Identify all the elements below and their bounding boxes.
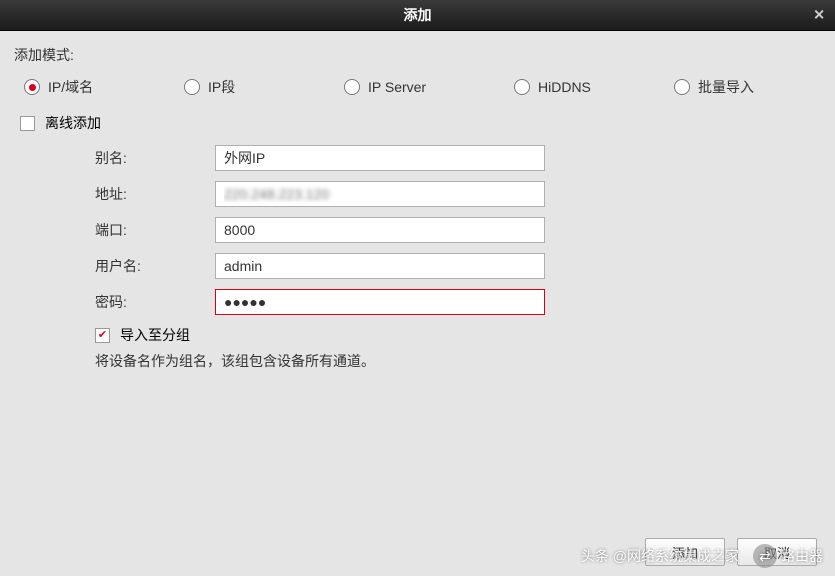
import-to-group-label: 导入至分组 [120,325,190,345]
button-bar: 添加 取消 [645,538,817,566]
offline-add-row[interactable]: 离线添加 [20,113,821,133]
radio-hiddns[interactable]: HiDDNS [514,79,664,95]
dialog-content: 添加模式: IP/域名 IP段 IP Server HiDDNS 批量导入 [0,31,835,576]
alias-input[interactable] [215,145,545,171]
checkbox-icon [20,116,35,131]
radio-icon [674,79,690,95]
radio-icon [184,79,200,95]
radio-icon [344,79,360,95]
import-to-group-row[interactable]: 导入至分组 [20,325,821,345]
add-mode-radio-group: IP/域名 IP段 IP Server HiDDNS 批量导入 [14,77,821,97]
radio-label: IP/域名 [48,77,93,97]
close-icon[interactable]: ✕ [813,7,825,24]
address-input[interactable] [215,181,545,207]
port-input[interactable] [215,217,545,243]
add-button[interactable]: 添加 [645,538,725,566]
radio-ip-domain[interactable]: IP/域名 [24,77,174,97]
radio-batch-import[interactable]: 批量导入 [674,77,804,97]
add-device-dialog: 添加 ✕ 添加模式: IP/域名 IP段 IP Server HiDDNS [0,0,835,576]
offline-add-label: 离线添加 [45,113,101,133]
group-hint-text: 将设备名作为组名，该组包含设备所有通道。 [20,351,821,371]
radio-icon [514,79,530,95]
alias-label: 别名: [20,148,215,168]
username-input[interactable] [215,253,545,279]
cancel-button[interactable]: 取消 [737,538,817,566]
alias-row: 别名: [20,145,821,171]
radio-label: IP Server [368,79,426,95]
username-row: 用户名: [20,253,821,279]
port-label: 端口: [20,220,215,240]
password-label: 密码: [20,292,215,312]
radio-label: 批量导入 [698,77,754,97]
add-mode-label: 添加模式: [14,45,821,65]
radio-ip-server[interactable]: IP Server [344,79,504,95]
password-row: 密码: [20,289,821,315]
radio-icon [24,79,40,95]
address-row: 地址: [20,181,821,207]
password-input[interactable] [215,289,545,315]
radio-label: IP段 [208,77,235,97]
radio-ip-range[interactable]: IP段 [184,77,334,97]
checkbox-icon [95,328,110,343]
username-label: 用户名: [20,256,215,276]
address-label: 地址: [20,184,215,204]
radio-label: HiDDNS [538,79,591,95]
window-title: 添加 [404,5,432,25]
form-area: 离线添加 别名: 地址: 端口: 用户名: 密码: [14,113,821,371]
titlebar: 添加 ✕ [0,0,835,31]
port-row: 端口: [20,217,821,243]
